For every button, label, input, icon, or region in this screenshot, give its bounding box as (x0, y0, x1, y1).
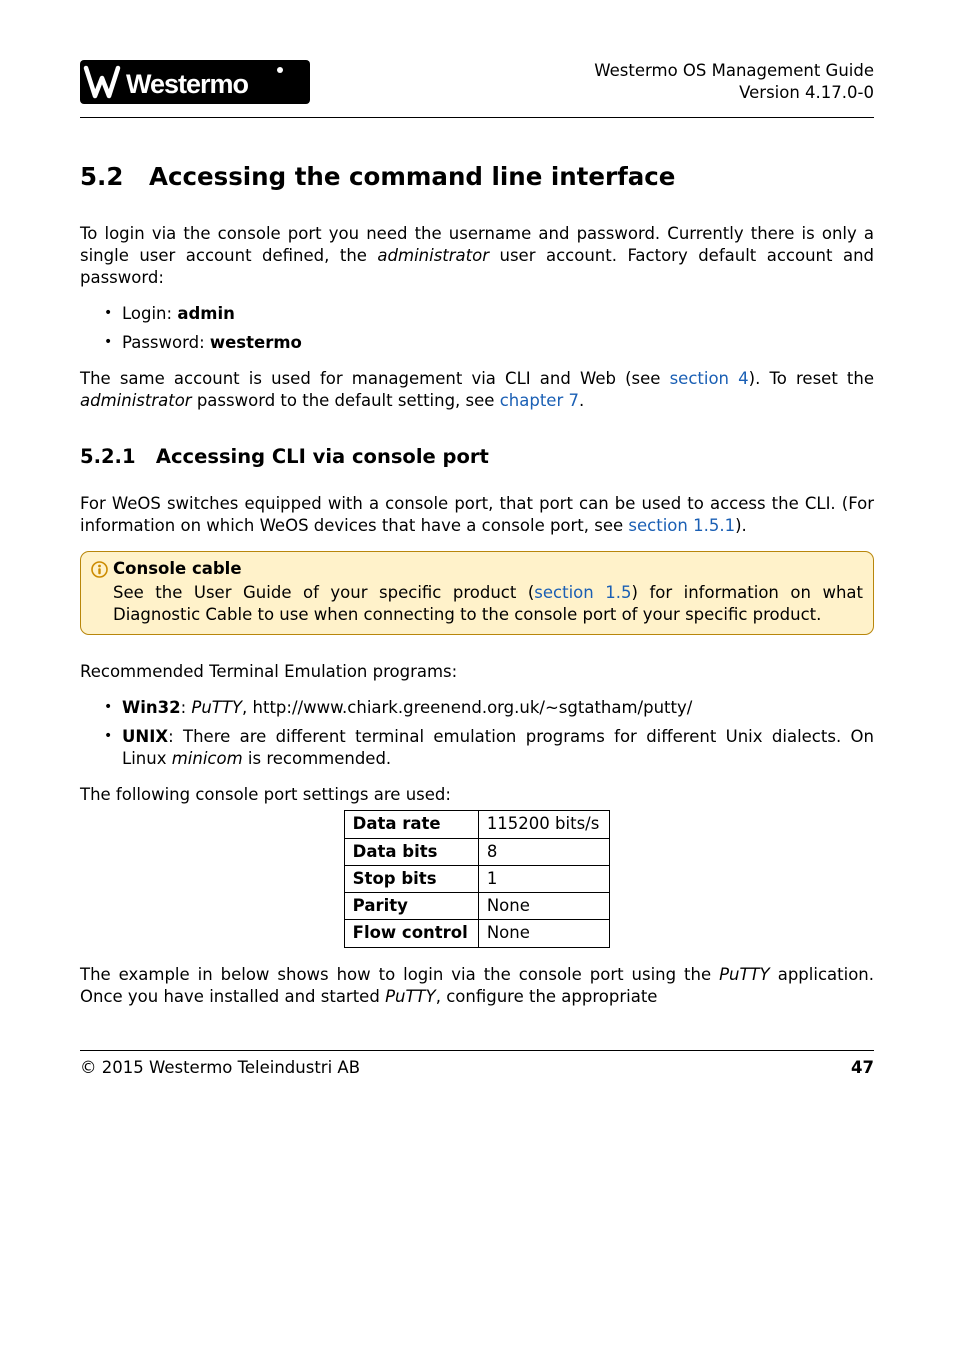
westermo-logo: Westermo (80, 60, 310, 104)
link-section-151[interactable]: section 1.5.1 (628, 516, 735, 535)
para-intro: To login via the console port you need t… (80, 223, 874, 290)
programs-list: Win32: PuTTY, http://www.chiark.greenend… (80, 697, 874, 770)
settings-table: Data rate115200 bits/s Data bits8 Stop b… (344, 810, 611, 947)
login-item: Login: admin (122, 303, 874, 325)
credentials-list: Login: admin Password: westermo (80, 303, 874, 354)
unix-item: UNIX: There are different terminal emula… (122, 726, 874, 771)
table-row: Flow controlNone (344, 920, 610, 947)
callout-title: Console cable (113, 558, 242, 580)
svg-text:Westermo: Westermo (126, 69, 249, 99)
section-number: 5.2 (80, 162, 123, 191)
table-row: Data rate115200 bits/s (344, 811, 610, 838)
section-title: Accessing the command line interface (149, 162, 675, 191)
table-row: ParityNone (344, 893, 610, 920)
win32-item: Win32: PuTTY, http://www.chiark.greenend… (122, 697, 874, 719)
link-section-15[interactable]: section 1.5 (534, 583, 631, 602)
subsection-title: Accessing CLI via console port (156, 445, 489, 468)
password-item: Password: westermo (122, 332, 874, 354)
console-cable-callout: Console cable See the User Guide of your… (80, 551, 874, 635)
table-row: Data bits8 (344, 838, 610, 865)
header-text: Westermo OS Management Guide Version 4.1… (594, 60, 874, 105)
link-section-4[interactable]: section 4 (670, 369, 749, 388)
para-same-account: The same account is used for management … (80, 368, 874, 413)
callout-body: See the User Guide of your specific prod… (91, 582, 863, 627)
info-icon (91, 561, 108, 578)
section-heading: 5.2 Accessing the command line interface (80, 160, 874, 193)
link-chapter-7[interactable]: chapter 7 (500, 391, 579, 410)
table-row: Stop bits1 (344, 865, 610, 892)
doc-version: Version 4.17.0-0 (594, 82, 874, 104)
subsection-heading: 5.2.1 Accessing CLI via console port (80, 444, 874, 470)
para-weos: For WeOS switches equipped with a consol… (80, 493, 874, 538)
page-number: 47 (851, 1057, 874, 1079)
para-settings: The following console port settings are … (80, 784, 874, 806)
page-header: Westermo Westermo OS Management Guide Ve… (80, 60, 874, 105)
footer-rule (80, 1050, 874, 1051)
subsection-number: 5.2.1 (80, 445, 136, 468)
page-footer: © 2015 Westermo Teleindustri AB 47 (80, 1057, 874, 1079)
para-example: The example in below shows how to login … (80, 964, 874, 1009)
westermo-logo-svg: Westermo (80, 60, 310, 104)
copyright: © 2015 Westermo Teleindustri AB (80, 1057, 360, 1079)
header-rule (80, 117, 874, 118)
doc-title: Westermo OS Management Guide (594, 60, 874, 82)
para-recommended: Recommended Terminal Emulation programs: (80, 661, 874, 683)
